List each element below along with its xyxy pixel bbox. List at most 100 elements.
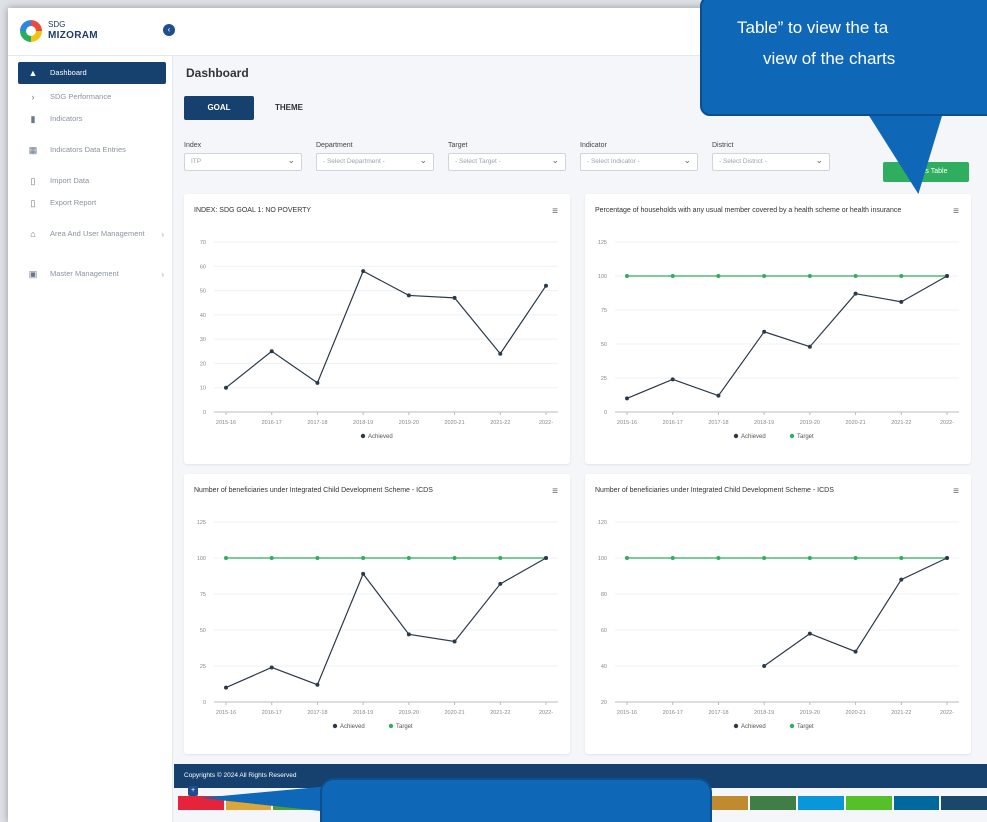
y-tick-label: 40 bbox=[601, 664, 607, 670]
chart-1-plot: 0 10 20 30 40 50 60 70 2015-16 2016-17 2017-18 2018… bbox=[200, 240, 558, 440]
y-tick-label: 30 bbox=[200, 337, 206, 343]
sidebar-toggle-icon[interactable]: ‹ bbox=[163, 24, 175, 36]
y-tick-label: 50 bbox=[601, 342, 607, 348]
series-line-achieved bbox=[225, 557, 547, 689]
indicator-select[interactable]: - Select Indicator - bbox=[580, 152, 698, 171]
y-tick-label: 50 bbox=[200, 628, 206, 634]
main-content: Dashboard GOAL THEME Index ITP Departmen… bbox=[174, 56, 987, 822]
tab-theme[interactable]: THEME bbox=[254, 96, 324, 120]
filter-label: District bbox=[712, 142, 734, 149]
sidebar-item-indicators[interactable]: ▮ Indicators bbox=[8, 108, 172, 130]
legend-label: Achieved bbox=[340, 724, 365, 730]
goal-tile[interactable] bbox=[750, 796, 797, 810]
callout-pointer bbox=[200, 786, 330, 812]
y-tick-label: 25 bbox=[601, 376, 607, 382]
chart-4-plot: 20 40 60 80 100 120 2015-16 2016-17 2017-18 2018-… bbox=[598, 520, 959, 730]
data-point bbox=[544, 556, 548, 560]
district-select[interactable]: - Select District - bbox=[712, 152, 830, 171]
data-point bbox=[625, 274, 629, 278]
goal-tile[interactable] bbox=[941, 796, 987, 810]
chart-2-plot: 0 25 50 75 100 125 2015-16 2016-17 2017-18 2018-1… bbox=[598, 240, 959, 440]
data-point bbox=[899, 299, 904, 304]
data-point bbox=[224, 385, 228, 390]
data-point bbox=[807, 631, 812, 636]
x-tick-label: 2016-17 bbox=[262, 420, 282, 426]
data-point bbox=[853, 649, 858, 654]
data-point bbox=[224, 556, 228, 560]
y-tick-label: 0 bbox=[203, 410, 206, 416]
goal-tile[interactable] bbox=[798, 796, 844, 810]
chevron-right-icon: › bbox=[31, 92, 35, 102]
sidebar-item-dashboard[interactable]: ▲ Dashboard bbox=[18, 62, 166, 84]
sidebar-item-indicators-data-entries[interactable]: ▦ Indicators Data Entries bbox=[8, 130, 172, 170]
x-tick-label: 2021-22 bbox=[891, 710, 911, 716]
x-tick-label: 2016-17 bbox=[262, 710, 282, 716]
sidebar-item-import-data[interactable]: ▯ Import Data bbox=[8, 170, 172, 192]
data-point bbox=[361, 269, 366, 274]
y-tick-label: 75 bbox=[601, 308, 607, 314]
brand: SDG MIZORAM bbox=[48, 19, 98, 41]
sidebar-item-export-report[interactable]: ▯ Export Report bbox=[8, 192, 172, 214]
y-tick-label: 50 bbox=[200, 289, 206, 295]
filter-label: Index bbox=[184, 142, 202, 149]
x-tick-label: 2018-19 bbox=[353, 710, 373, 716]
x-tick-label: 2017-18 bbox=[708, 420, 728, 426]
data-point bbox=[807, 556, 812, 560]
goal-tile[interactable] bbox=[845, 796, 892, 810]
data-point bbox=[452, 639, 457, 644]
legend-marker bbox=[733, 723, 739, 729]
chevron-right-icon: › bbox=[161, 229, 164, 239]
filter-department: Department - Select Department - bbox=[316, 142, 434, 171]
callout-line-1: Table” to view the ta bbox=[737, 18, 889, 37]
y-tick-label: 20 bbox=[200, 361, 206, 367]
legend-label: Target bbox=[797, 434, 814, 440]
data-point bbox=[945, 556, 949, 560]
callout-line-2: view of the charts bbox=[763, 49, 896, 68]
filter-indicator: Indicator - Select Indicator - bbox=[580, 142, 698, 171]
chart-card-2: Percentage of households with any usual … bbox=[585, 194, 971, 464]
goal-tile[interactable] bbox=[893, 796, 940, 810]
x-tick-label: 2020-21 bbox=[444, 420, 464, 426]
data-point bbox=[716, 274, 721, 278]
app-window: SDG MIZORAM ‹ ▲ Dashboard › SDG Performa… bbox=[8, 8, 987, 822]
data-point bbox=[899, 556, 904, 560]
sidebar-item-area-user-management[interactable]: ⌂ Area And User Management › bbox=[8, 214, 172, 254]
x-tick-label: 2017-18 bbox=[307, 710, 327, 716]
data-point bbox=[807, 344, 812, 349]
y-tick-label: 20 bbox=[601, 700, 607, 706]
document-icon: ▮ bbox=[30, 113, 36, 124]
data-point bbox=[452, 295, 457, 300]
data-point bbox=[361, 556, 366, 560]
goal-strip-toggle-icon[interactable]: + bbox=[188, 786, 198, 796]
data-point bbox=[224, 685, 228, 690]
target-select[interactable]: - Select Target - bbox=[448, 152, 566, 171]
y-tick-label: 60 bbox=[601, 628, 607, 634]
legend-label: Achieved bbox=[741, 724, 766, 730]
report-icon: ▯ bbox=[30, 197, 36, 208]
tab-goal[interactable]: GOAL bbox=[184, 96, 254, 120]
x-tick-label: 2021-22 bbox=[490, 710, 510, 716]
legend-marker bbox=[360, 433, 366, 439]
sidebar-item-sdg-performance[interactable]: › SDG Performance bbox=[8, 86, 172, 108]
department-select[interactable]: - Select Department - bbox=[316, 152, 434, 171]
x-tick-label: 2015-16 bbox=[216, 710, 236, 716]
x-tick-label: 2022- bbox=[940, 420, 954, 426]
tab-bar: GOAL THEME bbox=[184, 96, 324, 120]
filter-label: Indicator bbox=[580, 142, 607, 149]
sidebar-item-label: Import Data bbox=[50, 176, 90, 185]
x-tick-label: 2022- bbox=[940, 710, 954, 716]
filter-label: Department bbox=[316, 142, 353, 149]
data-point bbox=[899, 274, 904, 278]
data-point bbox=[406, 632, 411, 637]
index-select[interactable]: ITP bbox=[184, 152, 302, 171]
sidebar-item-label: Indicators bbox=[50, 114, 83, 123]
legend-marker bbox=[789, 433, 795, 439]
sidebar-item-master-management[interactable]: ▣ Master Management › bbox=[8, 254, 172, 294]
legend-marker bbox=[388, 723, 394, 729]
dashboard-icon: ▲ bbox=[28, 68, 38, 78]
y-tick-label: 120 bbox=[598, 520, 607, 526]
series-line-achieved bbox=[225, 270, 547, 389]
data-point bbox=[269, 556, 274, 560]
data-point bbox=[807, 274, 812, 278]
data-point bbox=[853, 274, 858, 278]
